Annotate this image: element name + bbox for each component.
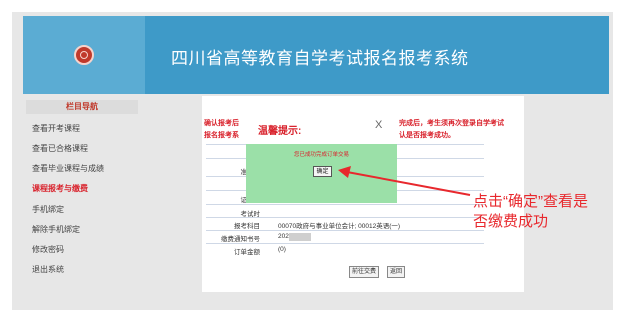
annotation-text: 否缴费成功: [473, 213, 549, 230]
annotation-text: 点击“确定”查看是: [473, 193, 588, 210]
annotation-arrow-icon: [338, 166, 471, 196]
